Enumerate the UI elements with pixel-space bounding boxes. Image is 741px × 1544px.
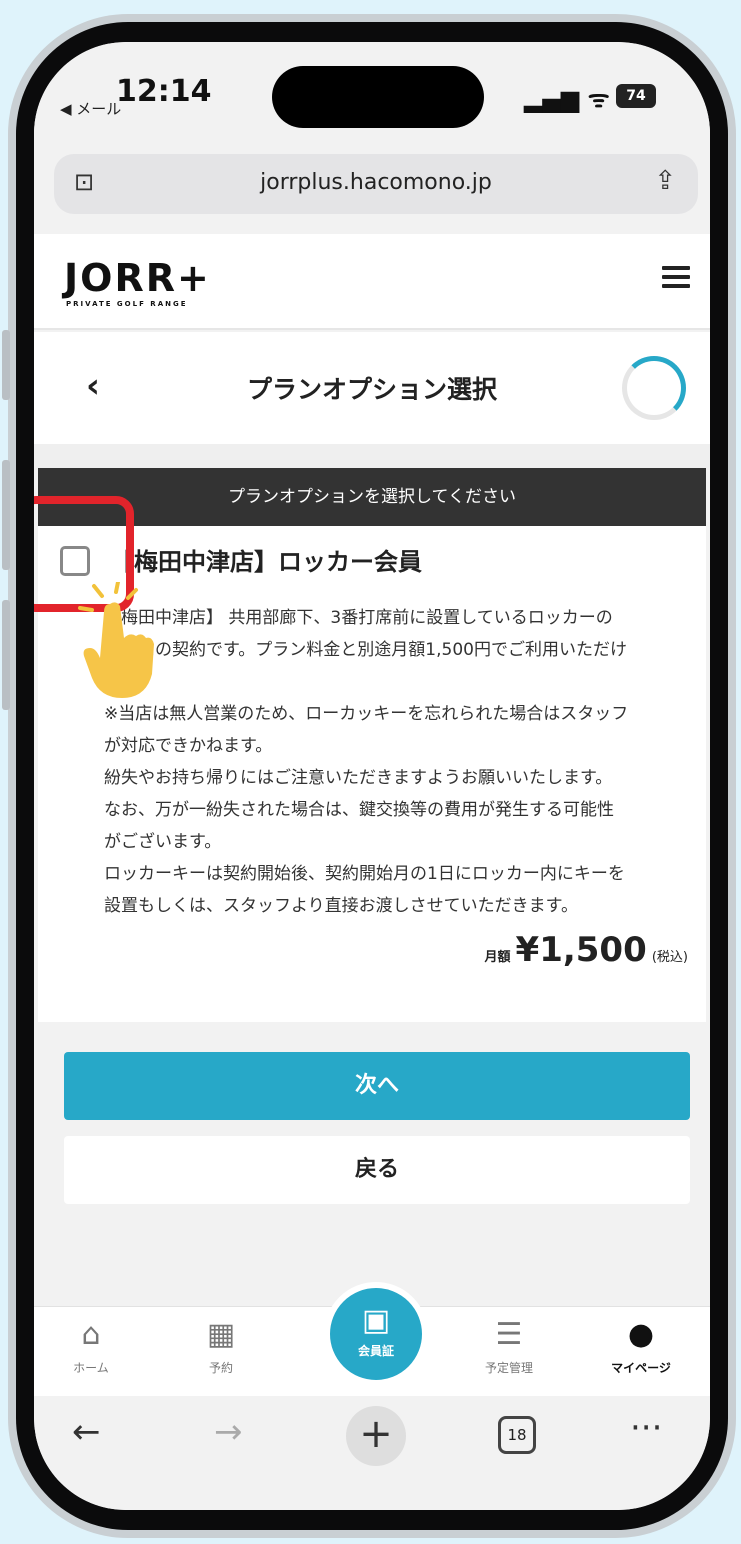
page-title: プランオプション選択 <box>246 375 497 404</box>
option-title[interactable]: 【梅田中津店】ロッカー会員 <box>110 542 422 577</box>
price-prefix: 月額 <box>484 950 511 965</box>
user-icon: ● <box>627 1317 655 1352</box>
share-icon[interactable]: ⇪ <box>654 166 676 196</box>
status-time: 12:14 <box>116 74 212 109</box>
browser-toolbar: ← → + 18 ··· <box>34 1396 710 1510</box>
progress-indicator <box>622 356 686 420</box>
section-divider <box>34 444 710 470</box>
calendar-icon: ▦ <box>206 1317 236 1352</box>
forward-arrow-icon[interactable]: → <box>214 1412 243 1452</box>
tabs-count-button[interactable]: 18 <box>498 1416 536 1454</box>
option-price: 月額 ¥1,500 (税込) <box>484 930 688 970</box>
menu-icon[interactable] <box>662 266 690 290</box>
more-icon[interactable]: ··· <box>630 1408 662 1448</box>
site-logo[interactable]: JORR+ <box>64 256 211 300</box>
site-logo-subtitle: PRIVATE GOLF RANGE <box>66 300 188 308</box>
description-line: 設置もしくは、スタッフより直接お渡しさせていただきます。 <box>104 896 578 916</box>
next-button[interactable]: 次へ <box>64 1052 690 1120</box>
dynamic-island <box>272 66 484 128</box>
nav-label-reserve: 予約 <box>208 1361 233 1375</box>
nav-item-schedule[interactable]: ☰ 予定管理 <box>454 1317 564 1376</box>
price-tax-note: (税込) <box>651 950 688 965</box>
home-icon: ⌂ <box>81 1317 101 1352</box>
description-line: ※当店は無人営業のため、ローカッキーを忘れられた場合はスタッフ <box>104 704 629 724</box>
list-icon: ☰ <box>495 1317 523 1352</box>
qr-code-icon: ▣ <box>361 1303 391 1338</box>
site-header: JORR+ PRIVATE GOLF RANGE <box>34 234 710 330</box>
description-line: ます。 <box>104 666 690 698</box>
nav-label-home: ホーム <box>73 1361 109 1375</box>
description-line: なお、万が一紛失された場合は、鍵交換等の費用が発生する可能性 <box>104 800 614 820</box>
back-arrow-icon[interactable]: ← <box>72 1412 101 1452</box>
page-title-bar: ‹ プランオプション選択 <box>34 332 710 444</box>
phone-screen: 12:14 ◀ メール ▂▄▆ ᯤ 74 ⊡ jorrplus.hacomono… <box>34 42 710 1510</box>
nav-item-home[interactable]: ⌂ ホーム <box>36 1317 146 1376</box>
description-line: ロッカーキーは契約開始後、契約開始月の1日にロッカー内にキーを <box>104 864 625 884</box>
nav-item-reserve[interactable]: ▦ 予約 <box>166 1317 276 1376</box>
back-button[interactable]: 戻る <box>64 1136 690 1204</box>
description-line: 紛失やお持ち帰りにはご注意いただきますようお願いいたします。 <box>104 768 613 788</box>
description-line: 【梅田中津店】 共用部廊下、3番打席前に設置しているロッカーの <box>104 608 613 628</box>
back-to-app-link[interactable]: ◀ メール <box>60 98 121 119</box>
price-amount: ¥1,500 <box>515 930 647 970</box>
tap-hand-icon <box>78 582 154 698</box>
description-line: が対応できかねます。 <box>104 736 273 756</box>
member-card-button[interactable]: ▣ 会員証 <box>324 1282 428 1386</box>
battery-icon: 74 <box>616 84 656 108</box>
silent-switch <box>2 330 10 400</box>
nav-label-schedule: 予定管理 <box>484 1361 533 1375</box>
option-description: 【梅田中津店】 共用部廊下、3番打席前に設置しているロッカーの ご利用の契約です… <box>104 602 690 922</box>
instruction-banner: プランオプションを選択してください <box>38 468 706 526</box>
new-tab-plus-icon[interactable]: + <box>346 1406 406 1466</box>
volume-up-button <box>2 460 10 570</box>
volume-down-button <box>2 600 10 710</box>
signal-wifi-icon: ▂▄▆ ᯤ <box>524 85 610 113</box>
nav-label-mypage: マイページ <box>611 1361 671 1375</box>
description-line: がございます。 <box>104 832 222 852</box>
status-bar: 12:14 ◀ メール ▂▄▆ ᯤ 74 <box>34 42 710 142</box>
nav-item-mypage[interactable]: ● マイページ <box>586 1317 696 1376</box>
address-bar[interactable]: ⊡ jorrplus.hacomono.jp ⇪ <box>54 154 698 214</box>
nav-label-member-card: 会員証 <box>357 1344 394 1358</box>
url-text[interactable]: jorrplus.hacomono.jp <box>54 170 698 195</box>
description-line: ご利用の契約です。プラン料金と別途月額1,500円でご利用いただけ <box>104 640 627 660</box>
